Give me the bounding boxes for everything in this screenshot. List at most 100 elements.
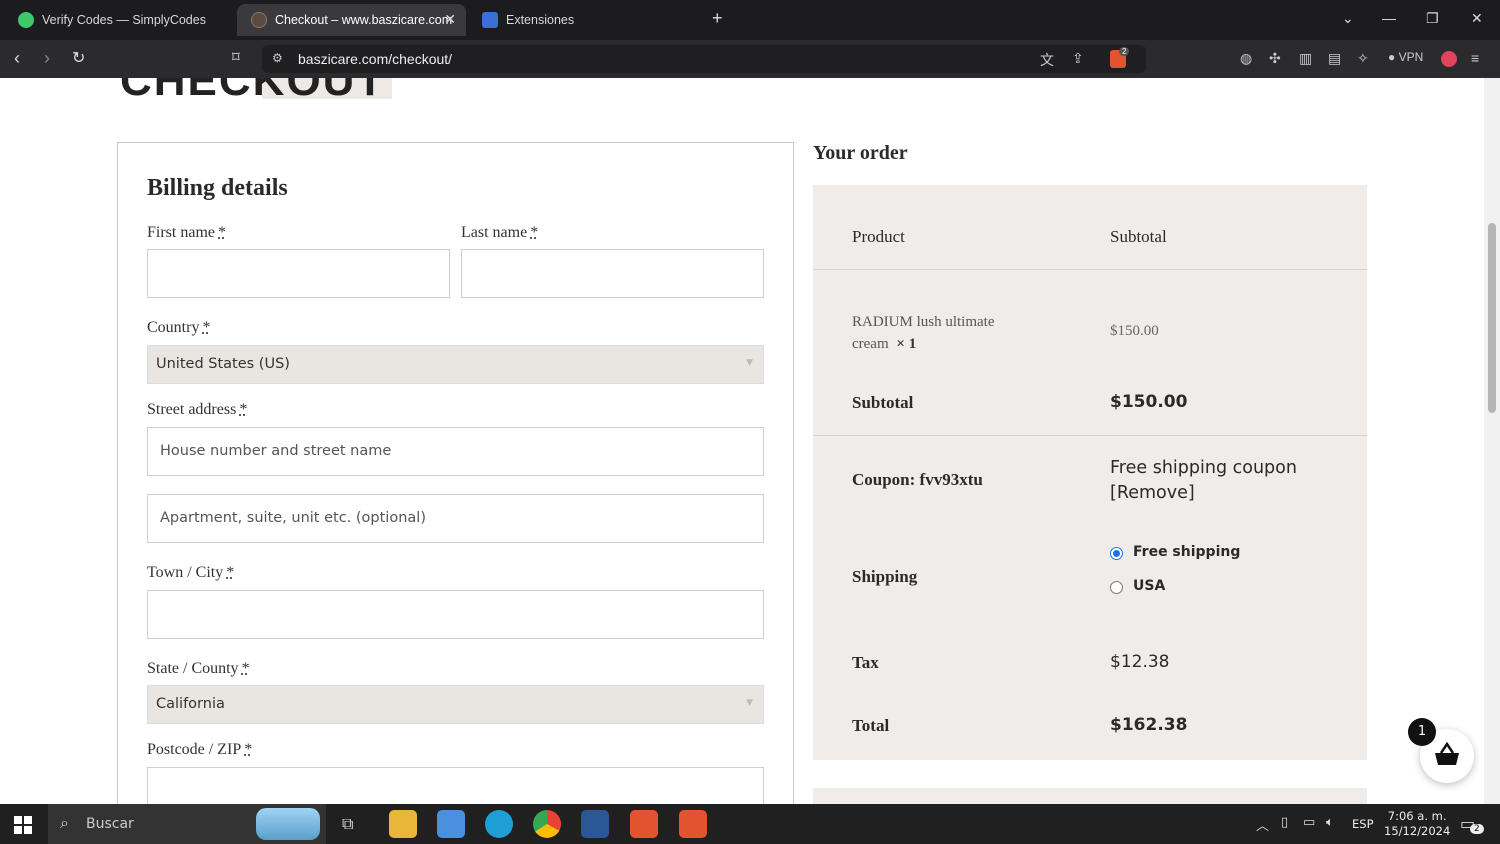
search-label: Buscar [86, 816, 134, 832]
extension-icon[interactable]: ◍ [1240, 50, 1252, 67]
order-summary-table: Product Subtotal RADIUM lush ultimate cr… [813, 185, 1367, 760]
order-item-price: $150.00 [1110, 323, 1159, 339]
browser-tab-bar: Verify Codes — SimplyCodes Checkout – ww… [0, 0, 1500, 40]
order-heading: Your order [813, 142, 908, 164]
postcode-field[interactable] [147, 767, 764, 804]
subtotal-value: $150.00 [1110, 392, 1188, 412]
label-text: Postcode / ZIP [147, 741, 242, 758]
profile-avatar[interactable] [1441, 51, 1457, 67]
state-label: State / County * [147, 660, 250, 678]
taskbar-clock[interactable]: 7:06 a. m. 15/12/2024 [1384, 809, 1450, 839]
free-shipping-label[interactable]: Free shipping [1133, 544, 1240, 560]
street-address-field[interactable]: House number and street name [147, 427, 764, 476]
remove-coupon-link[interactable]: [Remove] [1110, 483, 1195, 503]
share-icon[interactable]: ⇪ [1072, 50, 1084, 67]
tab-title: Checkout – www.baszicare.com [275, 13, 453, 27]
battery-icon[interactable]: ▯ [1281, 815, 1288, 830]
divider [813, 269, 1367, 270]
page-logo-title: CHECKOUT [120, 78, 386, 105]
required-mark: * [202, 319, 211, 336]
last-name-field[interactable] [461, 249, 764, 298]
notification-count-badge: 2 [1470, 824, 1484, 834]
first-name-field[interactable] [147, 249, 450, 298]
label-text: First name [147, 224, 215, 241]
order-item-name: RADIUM lush ultimate cream × 1 [852, 311, 995, 355]
column-header-subtotal: Subtotal [1110, 227, 1167, 246]
required-mark: * [218, 224, 226, 241]
reload-button[interactable]: ↻ [72, 48, 85, 68]
country-select[interactable]: United States (US) ▼ [147, 345, 764, 384]
tab-verify-codes[interactable]: Verify Codes — SimplyCodes [4, 4, 234, 36]
city-field[interactable] [147, 590, 764, 639]
tab-extensions[interactable]: Extensiones [468, 4, 698, 36]
tray-overflow-chevron-icon[interactable]: ︿ [1256, 815, 1269, 834]
microsoft-store-icon[interactable] [437, 810, 465, 838]
chrome-browser-icon[interactable] [533, 810, 561, 838]
state-value: California [156, 696, 225, 712]
tab-checkout[interactable]: Checkout – www.baszicare.com ✕ [237, 4, 466, 36]
edge-browser-icon[interactable] [485, 810, 513, 838]
tax-label: Tax [852, 653, 879, 672]
simplycodes-icon [18, 12, 34, 28]
label-text: Town / City [147, 564, 224, 581]
windows-start-icon[interactable] [14, 816, 32, 834]
address-bar[interactable]: ⚙ baszicare.com/checkout/ 文 ⇪ 2 [262, 45, 1146, 73]
state-select[interactable]: California ▼ [147, 685, 764, 724]
leo-ai-icon[interactable]: ✧ [1357, 50, 1369, 67]
coupon-description: Free shipping coupon [1110, 458, 1297, 478]
search-highlight-image [256, 808, 320, 840]
usa-shipping-label[interactable]: USA [1133, 578, 1165, 594]
apartment-field[interactable]: Apartment, suite, unit etc. (optional) [147, 494, 764, 543]
site-favicon [251, 12, 267, 28]
task-view-icon[interactable]: ⧉ [342, 814, 353, 834]
translate-icon[interactable]: 文 [1040, 50, 1054, 70]
url-text: baszicare.com/checkout/ [298, 51, 453, 67]
clock-time: 7:06 a. m. [1387, 809, 1447, 823]
item-name-line: cream [852, 336, 889, 352]
back-button[interactable]: ‹ [14, 48, 20, 69]
tab-list-chevron-icon[interactable]: ⌄ [1342, 10, 1354, 27]
wallet-icon[interactable]: ▤ [1328, 50, 1341, 67]
country-value: United States (US) [156, 356, 290, 372]
minimize-button[interactable]: — [1382, 10, 1396, 26]
restore-button[interactable]: ❐ [1426, 10, 1439, 27]
postcode-label: Postcode / ZIP * [147, 741, 252, 759]
volume-icon[interactable]: 🔈︎ [1326, 815, 1334, 830]
column-header-product: Product [852, 227, 905, 246]
page-scrollbar[interactable] [1484, 78, 1500, 804]
vpn-button[interactable]: ● VPN [1388, 50, 1423, 64]
extensions-puzzle-icon[interactable]: ✣ [1269, 50, 1281, 67]
free-shipping-radio[interactable] [1110, 547, 1123, 560]
brave-browser-icon[interactable] [630, 810, 658, 838]
taskbar-search[interactable]: ⌕ Buscar [48, 804, 326, 844]
required-mark: * [530, 224, 539, 241]
subtotal-label: Subtotal [852, 393, 914, 412]
new-tab-button[interactable]: + [712, 8, 723, 29]
tab-title: Extensiones [506, 13, 575, 27]
scrollbar-thumb[interactable] [1488, 223, 1496, 413]
site-settings-icon[interactable]: ⚙ [272, 51, 283, 65]
close-window-button[interactable]: ✕ [1471, 10, 1483, 27]
label-text: Last name [461, 224, 528, 241]
python-app-icon[interactable] [581, 810, 609, 838]
browser-toolbar: ‹ › ↻ ⌑ ⚙ baszicare.com/checkout/ 文 ⇪ 2 … [0, 40, 1500, 78]
usa-shipping-radio[interactable] [1110, 581, 1123, 594]
puzzle-icon [482, 12, 498, 28]
label-text: Country [147, 319, 200, 336]
close-tab-icon[interactable]: ✕ [444, 11, 456, 28]
file-explorer-icon[interactable] [389, 810, 417, 838]
network-icon[interactable]: ▭ [1303, 815, 1315, 830]
vpn-label: VPN [1398, 50, 1424, 64]
menu-icon[interactable]: ≡ [1471, 50, 1479, 66]
city-label: Town / City * [147, 564, 234, 582]
forward-button[interactable]: › [44, 48, 50, 69]
billing-details-panel: Billing details First name * Last name * C… [117, 142, 794, 804]
required-mark: * [239, 401, 248, 418]
bookmark-icon[interactable]: ⌑ [232, 48, 240, 66]
chevron-down-icon: ▼ [746, 698, 753, 708]
shipping-label: Shipping [852, 567, 918, 586]
input-language[interactable]: ESP [1352, 817, 1374, 831]
brave-browser-icon-2[interactable] [679, 810, 707, 838]
sidebar-icon[interactable]: ▥ [1299, 50, 1312, 67]
clock-date: 15/12/2024 [1384, 824, 1451, 838]
